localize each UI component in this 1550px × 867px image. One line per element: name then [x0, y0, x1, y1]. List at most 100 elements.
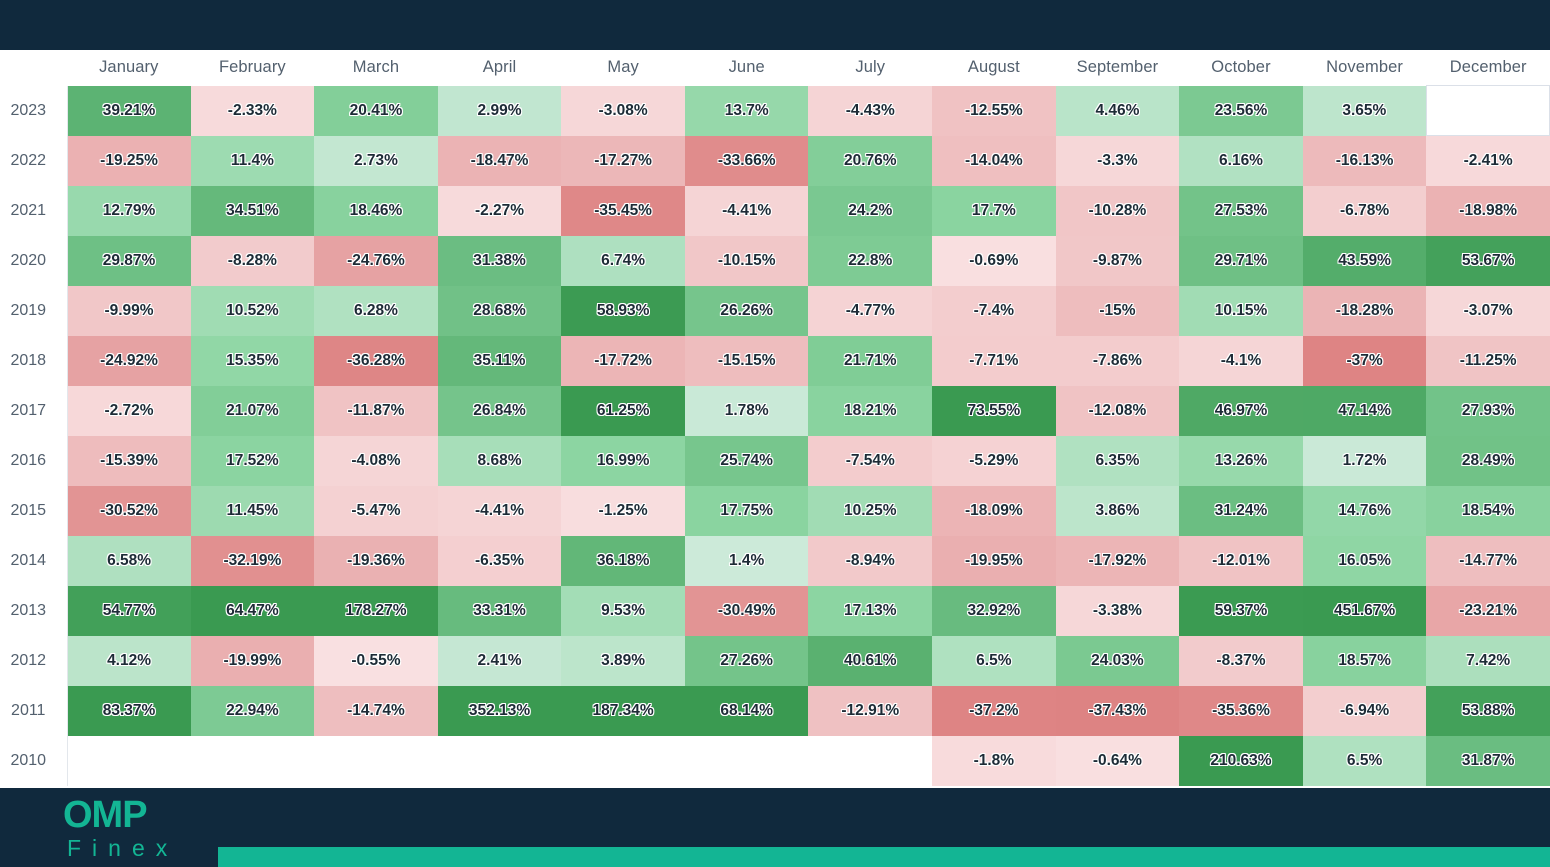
- heatmap-cell[interactable]: -37.2%: [932, 685, 1056, 736]
- heatmap-cell[interactable]: -35.45%: [561, 185, 685, 236]
- heatmap-cell[interactable]: 33.31%: [437, 585, 562, 636]
- heatmap-cell[interactable]: -12.08%: [1055, 385, 1180, 436]
- heatmap-cell[interactable]: -30.52%: [67, 485, 191, 536]
- heatmap-cell[interactable]: 3.89%: [561, 635, 685, 686]
- heatmap-cell[interactable]: 27.26%: [684, 635, 809, 686]
- heatmap-cell[interactable]: 17.13%: [808, 585, 933, 636]
- heatmap-cell[interactable]: 4.12%: [67, 635, 191, 686]
- heatmap-cell[interactable]: 20.76%: [808, 135, 933, 186]
- heatmap-cell[interactable]: 21.07%: [190, 385, 315, 436]
- heatmap-cell[interactable]: 40.61%: [808, 635, 933, 686]
- heatmap-cell[interactable]: 73.55%: [932, 385, 1056, 436]
- heatmap-cell[interactable]: 451.67%: [1302, 585, 1427, 636]
- heatmap-cell[interactable]: -33.66%: [684, 135, 809, 186]
- heatmap-cell[interactable]: 16.05%: [1302, 535, 1427, 586]
- heatmap-cell[interactable]: 53.67%: [1426, 235, 1550, 286]
- heatmap-cell[interactable]: [1425, 85, 1550, 136]
- heatmap-cell[interactable]: 2.99%: [437, 85, 562, 136]
- heatmap-cell[interactable]: -14.74%: [314, 685, 438, 736]
- heatmap-cell[interactable]: -16.13%: [1302, 135, 1427, 186]
- heatmap-cell[interactable]: -4.41%: [437, 485, 562, 536]
- heatmap-cell[interactable]: 24.03%: [1055, 635, 1180, 686]
- heatmap-cell[interactable]: 13.26%: [1179, 435, 1303, 486]
- heatmap-cell[interactable]: -8.37%: [1179, 635, 1303, 686]
- heatmap-cell[interactable]: 39.21%: [67, 85, 191, 136]
- heatmap-cell[interactable]: 14.76%: [1302, 485, 1427, 536]
- heatmap-cell[interactable]: -7.86%: [1055, 335, 1180, 386]
- heatmap-cell[interactable]: 43.59%: [1302, 235, 1427, 286]
- heatmap-cell[interactable]: -10.28%: [1055, 185, 1180, 236]
- heatmap-cell[interactable]: [67, 735, 191, 786]
- heatmap-cell[interactable]: -24.76%: [314, 235, 438, 286]
- heatmap-cell[interactable]: -17.72%: [561, 335, 685, 386]
- heatmap-cell[interactable]: 18.57%: [1302, 635, 1427, 686]
- heatmap-cell[interactable]: -15%: [1055, 285, 1180, 336]
- heatmap-cell[interactable]: -7.4%: [932, 285, 1056, 336]
- heatmap-cell[interactable]: 1.78%: [684, 385, 809, 436]
- heatmap-cell[interactable]: -12.55%: [932, 85, 1056, 136]
- heatmap-cell[interactable]: 10.25%: [808, 485, 933, 536]
- heatmap-cell[interactable]: -19.95%: [932, 535, 1056, 586]
- heatmap-cell[interactable]: 26.84%: [437, 385, 562, 436]
- heatmap-cell[interactable]: -6.78%: [1302, 185, 1427, 236]
- heatmap-cell[interactable]: -1.25%: [561, 485, 685, 536]
- heatmap-cell[interactable]: 26.26%: [684, 285, 809, 336]
- heatmap-cell[interactable]: 1.72%: [1302, 435, 1427, 486]
- heatmap-cell[interactable]: -2.41%: [1426, 135, 1550, 186]
- heatmap-cell[interactable]: 2.73%: [314, 135, 438, 186]
- heatmap-cell[interactable]: 24.2%: [808, 185, 933, 236]
- heatmap-cell[interactable]: 36.18%: [561, 535, 685, 586]
- heatmap-cell[interactable]: -15.15%: [684, 335, 809, 386]
- heatmap-cell[interactable]: -18.98%: [1426, 185, 1550, 236]
- heatmap-cell[interactable]: -14.77%: [1426, 535, 1550, 586]
- heatmap-cell[interactable]: 22.94%: [190, 685, 315, 736]
- heatmap-cell[interactable]: 18.21%: [808, 385, 933, 436]
- heatmap-cell[interactable]: 3.86%: [1055, 485, 1180, 536]
- heatmap-cell[interactable]: -35.36%: [1179, 685, 1303, 736]
- heatmap-cell[interactable]: 31.24%: [1179, 485, 1303, 536]
- heatmap-cell[interactable]: -10.15%: [684, 235, 809, 286]
- heatmap-cell[interactable]: 210.63%: [1179, 735, 1303, 786]
- heatmap-cell[interactable]: 12.79%: [67, 185, 191, 236]
- heatmap-cell[interactable]: 11.45%: [190, 485, 315, 536]
- heatmap-cell[interactable]: 29.71%: [1179, 235, 1303, 286]
- heatmap-cell[interactable]: -8.28%: [190, 235, 315, 286]
- heatmap-cell[interactable]: -9.87%: [1055, 235, 1180, 286]
- heatmap-cell[interactable]: -6.94%: [1302, 685, 1427, 736]
- heatmap-cell[interactable]: 16.99%: [561, 435, 685, 486]
- heatmap-cell[interactable]: 8.68%: [437, 435, 562, 486]
- heatmap-cell[interactable]: -2.33%: [190, 85, 315, 136]
- heatmap-cell[interactable]: 20.41%: [314, 85, 438, 136]
- heatmap-cell[interactable]: 58.93%: [561, 285, 685, 336]
- heatmap-cell[interactable]: -12.01%: [1179, 535, 1303, 586]
- heatmap-cell[interactable]: [808, 735, 933, 786]
- heatmap-cell[interactable]: [190, 735, 315, 786]
- heatmap-cell[interactable]: 27.53%: [1179, 185, 1303, 236]
- heatmap-cell[interactable]: 25.74%: [684, 435, 809, 486]
- heatmap-cell[interactable]: -18.47%: [437, 135, 562, 186]
- heatmap-cell[interactable]: -18.28%: [1302, 285, 1427, 336]
- heatmap-cell[interactable]: 17.52%: [190, 435, 315, 486]
- heatmap-cell[interactable]: 31.87%: [1426, 735, 1550, 786]
- heatmap-cell[interactable]: 17.7%: [932, 185, 1056, 236]
- heatmap-cell[interactable]: -1.8%: [932, 735, 1056, 786]
- heatmap-cell[interactable]: 6.16%: [1179, 135, 1303, 186]
- heatmap-cell[interactable]: 28.49%: [1426, 435, 1550, 486]
- heatmap-cell[interactable]: -24.92%: [67, 335, 191, 386]
- heatmap-cell[interactable]: [561, 735, 685, 786]
- heatmap-cell[interactable]: -4.41%: [684, 185, 809, 236]
- heatmap-cell[interactable]: 64.47%: [190, 585, 315, 636]
- heatmap-cell[interactable]: 18.46%: [314, 185, 438, 236]
- heatmap-cell[interactable]: -23.21%: [1426, 585, 1550, 636]
- heatmap-cell[interactable]: 47.14%: [1302, 385, 1427, 436]
- heatmap-cell[interactable]: 1.4%: [684, 535, 809, 586]
- heatmap-cell[interactable]: 3.65%: [1302, 85, 1427, 136]
- heatmap-cell[interactable]: -3.08%: [561, 85, 685, 136]
- heatmap-cell[interactable]: 35.11%: [437, 335, 562, 386]
- heatmap-cell[interactable]: [437, 735, 562, 786]
- heatmap-cell[interactable]: 178.27%: [314, 585, 438, 636]
- heatmap-cell[interactable]: -7.54%: [808, 435, 933, 486]
- heatmap-cell[interactable]: -17.92%: [1055, 535, 1180, 586]
- heatmap-cell[interactable]: 18.54%: [1426, 485, 1550, 536]
- heatmap-cell[interactable]: -3.3%: [1055, 135, 1180, 186]
